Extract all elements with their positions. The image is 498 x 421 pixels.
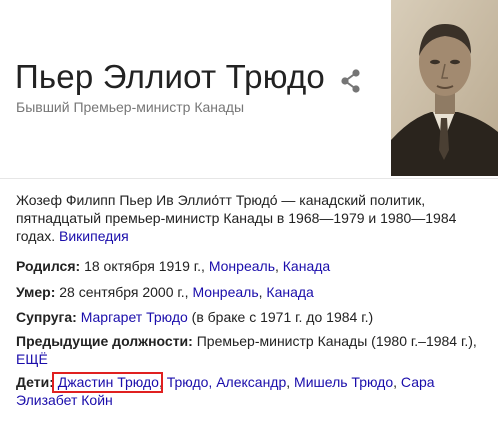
description: Жозеф Филипп Пьер Ив Эллио́тт Трюдо́ — к… [16,191,486,245]
fact-born: Родился: 18 октября 1919 г., Монреаль, К… [16,257,488,275]
fact-died: Умер: 28 сентября 2000 г., Монреаль, Кан… [16,283,488,301]
portrait-photo[interactable] [391,0,498,176]
children-sep: , [286,374,291,390]
fact-born-value: 18 октября 1919 г., [84,258,205,274]
fact-died-sep: , [258,284,263,300]
fact-born-country-link[interactable]: Канада [283,258,330,274]
fact-spouse: Супруга: Маргарет Трюдо (в браке с 1971 … [16,308,488,326]
wikipedia-link[interactable]: Википедия [59,228,129,244]
fact-spouse-link[interactable]: Маргарет Трюдо [81,309,188,325]
fact-born-label: Родился: [16,258,81,274]
fact-children-label: Дети: [16,374,54,390]
share-icon[interactable] [339,68,363,94]
more-positions-link[interactable]: ЕЩЁ [16,351,48,367]
child-link-michel[interactable]: Мишель Трюдо [294,374,393,390]
highlight-box [52,372,163,393]
header-divider [0,178,498,179]
fact-born-city-link[interactable]: Монреаль [209,258,275,274]
fact-died-country-link[interactable]: Канада [266,284,313,300]
fact-positions-value: Премьер-министр Канады (1980 г.–1984 г.)… [196,333,477,349]
children-sep: , [393,374,398,390]
fact-died-city-link[interactable]: Монреаль [192,284,258,300]
fact-positions: Предыдущие должности: Премьер-министр Ка… [16,332,488,368]
page-subtitle: Бывший Премьер-министр Канады [16,99,245,115]
fact-spouse-label: Супруга: [16,309,77,325]
child-link-alexandre[interactable]: Трюдо, Александр [167,374,287,390]
knowledge-panel-header: Пьер Эллиот Трюдо Бывший Премьер-министр… [0,0,498,178]
fact-spouse-value: (в браке с 1971 г. до 1984 г.) [191,309,374,325]
fact-born-sep: , [275,258,279,274]
fact-died-label: Умер: [16,284,56,300]
page-title: Пьер Эллиот Трюдо [15,58,325,95]
fact-positions-label: Предыдущие должности: [16,333,193,349]
fact-died-value: 28 сентября 2000 г., [59,284,189,300]
